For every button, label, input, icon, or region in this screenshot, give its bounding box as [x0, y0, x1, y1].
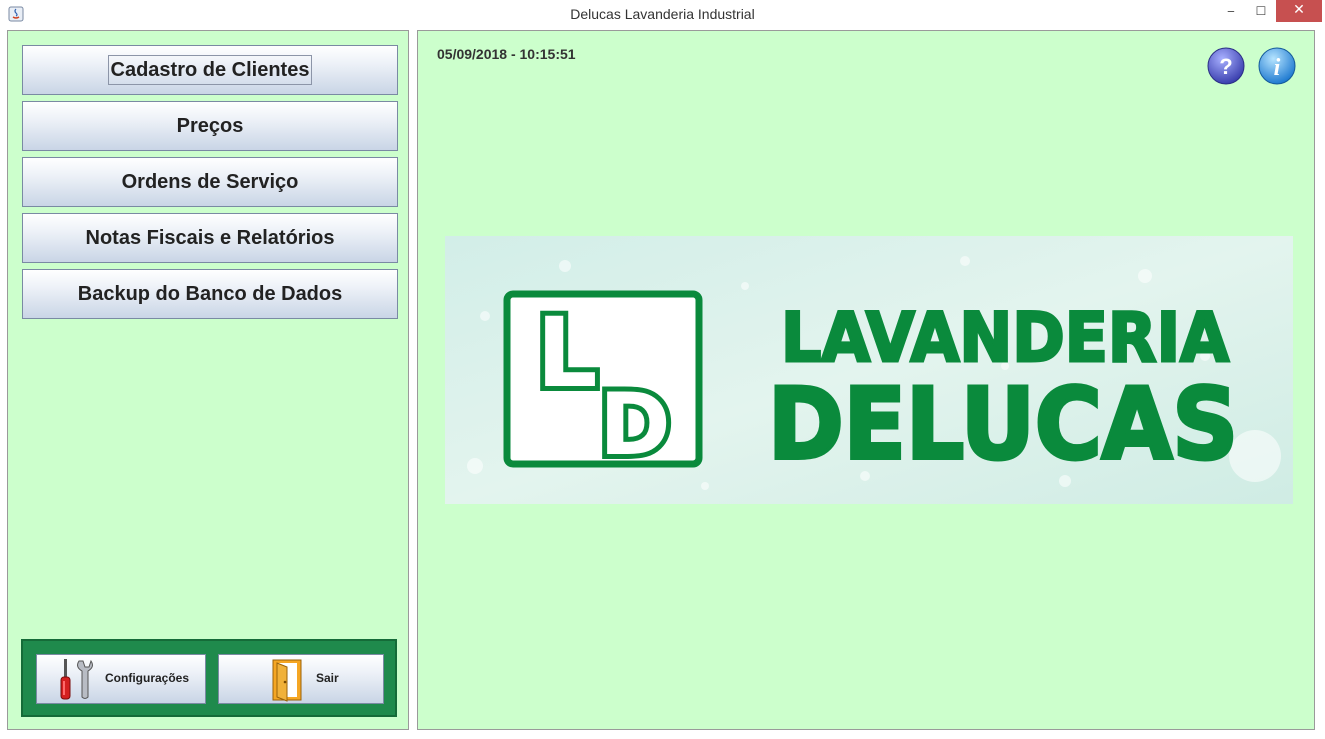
invoices-reports-button[interactable]: Notas Fiscais e Relatórios — [22, 213, 398, 263]
invoices-reports-button-label: Notas Fiscais e Relatórios — [85, 226, 335, 249]
main-panel: 05/09/2018 - 10:15:51 ? i L D LAVANDERIA… — [417, 30, 1315, 730]
service-orders-button[interactable]: Ordens de Serviço — [22, 157, 398, 207]
settings-button[interactable]: Configurações — [36, 654, 206, 704]
maximize-button[interactable]: ☐ — [1246, 0, 1276, 22]
close-button[interactable]: ✕ — [1276, 0, 1322, 22]
door-exit-icon — [272, 659, 302, 702]
service-orders-button-label: Ordens de Serviço — [121, 170, 299, 193]
help-glyph: ? — [1219, 54, 1232, 79]
clients-button[interactable]: Cadastro de Clientes — [22, 45, 398, 95]
logo-line-2: DELUCAS — [768, 368, 1238, 482]
window-right-edge — [1315, 30, 1325, 730]
database-backup-button-label: Backup do Banco de Dados — [77, 282, 343, 305]
info-glyph: i — [1274, 55, 1281, 81]
logo-monogram-l: L — [536, 297, 597, 409]
logo-monogram-d: D — [599, 375, 670, 475]
database-backup-button[interactable]: Backup do Banco de Dados — [22, 269, 398, 319]
footer-actions: Configurações Sair — [21, 639, 397, 717]
prices-button[interactable]: Preços — [22, 101, 398, 151]
logo-line-1: LAVANDERIA — [781, 299, 1229, 378]
clients-button-label: Cadastro de Clientes — [107, 55, 313, 85]
datetime-display: 05/09/2018 - 10:15:51 — [437, 46, 576, 62]
tools-icon — [60, 659, 93, 700]
sidebar-panel: Cadastro de Clientes Preços Ordens de Se… — [7, 30, 409, 730]
minimize-button[interactable]: ‒ — [1216, 0, 1246, 22]
settings-button-label: Configurações — [105, 671, 190, 685]
prices-button-label: Preços — [176, 114, 244, 137]
company-logo: L D LAVANDERIA DELUCAS — [445, 236, 1293, 504]
help-icon[interactable]: ? — [1206, 46, 1246, 86]
window-title: Delucas Lavanderia Industrial — [570, 6, 755, 22]
info-icon[interactable]: i — [1257, 46, 1297, 86]
exit-button-label: Sair — [316, 671, 339, 685]
exit-button[interactable]: Sair — [218, 654, 384, 704]
title-bar: Delucas Lavanderia Industrial ‒ ☐ ✕ — [0, 0, 1325, 29]
